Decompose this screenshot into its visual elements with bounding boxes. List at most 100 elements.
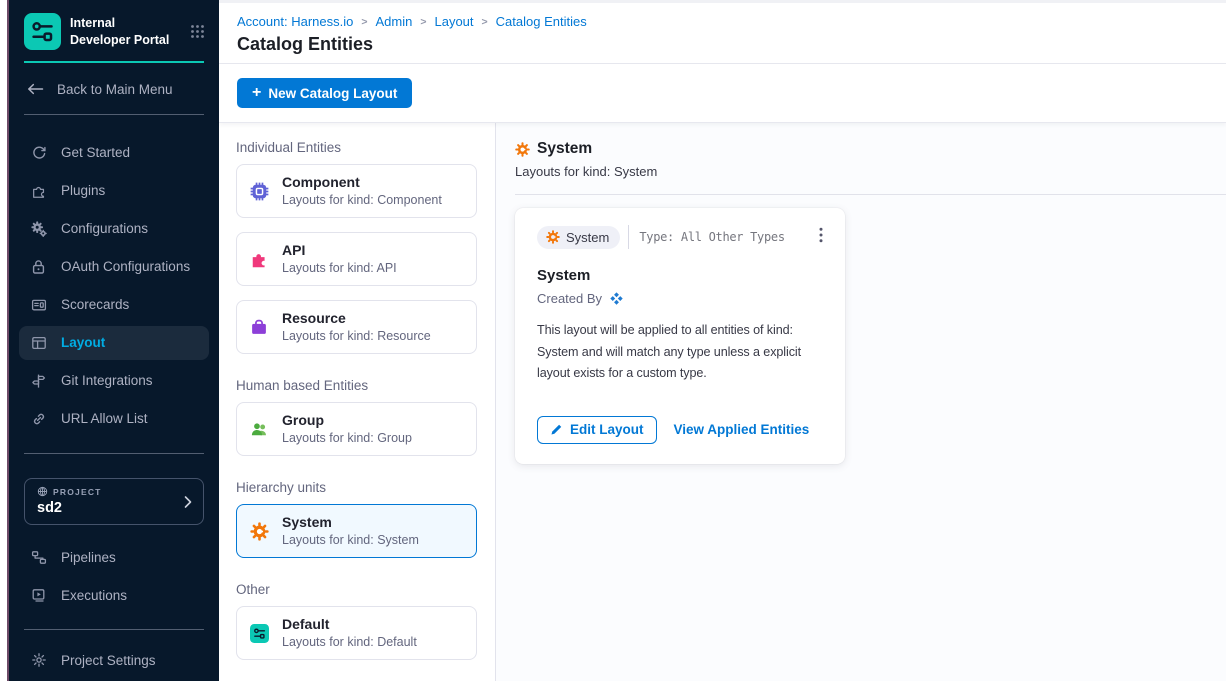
breadcrumb: Account: Harness.io > Admin > Layout > C…: [237, 14, 1226, 29]
action-bar: + New Catalog Layout: [219, 64, 1226, 123]
sidebar-item-pipelines[interactable]: Pipelines: [19, 540, 209, 574]
breadcrumb-layout[interactable]: Layout: [434, 14, 473, 29]
sidebar: Internal Developer Portal Back to Main M…: [9, 0, 219, 681]
layout-title: System: [537, 267, 823, 284]
sidebar-logo-row: Internal Developer Portal: [9, 0, 219, 58]
sidebar-item-url-allow-list[interactable]: URL Allow List: [19, 402, 209, 436]
sidebar-item-label: Executions: [61, 588, 127, 603]
entity-desc: Layouts for kind: API: [282, 260, 397, 277]
entity-name: Resource: [282, 309, 431, 328]
entity-name: Default: [282, 615, 417, 634]
type-text: Type: All Other Types: [639, 230, 784, 244]
link-icon: [30, 411, 47, 427]
chip-separator: [628, 225, 629, 249]
executions-icon: [30, 587, 47, 603]
sidebar-item-label: URL Allow List: [61, 411, 148, 426]
back-arrow-icon: [27, 82, 44, 96]
edit-layout-label: Edit Layout: [570, 422, 644, 437]
project-selector[interactable]: PROJECT sd2: [24, 478, 204, 525]
sidebar-item-label: OAuth Configurations: [61, 259, 190, 274]
app-grid-icon[interactable]: [188, 22, 207, 41]
breadcrumb-catalog-entities[interactable]: Catalog Entities: [496, 14, 587, 29]
entity-desc: Layouts for kind: Default: [282, 634, 417, 651]
pipelines-icon: [30, 550, 47, 565]
back-to-main-menu[interactable]: Back to Main Menu: [24, 63, 204, 115]
edit-layout-button[interactable]: Edit Layout: [537, 416, 657, 444]
entity-desc: Layouts for kind: Group: [282, 430, 412, 447]
app-title: Internal Developer Portal: [70, 15, 179, 48]
entity-card-resource[interactable]: Resource Layouts for kind: Resource: [236, 300, 477, 354]
layout-detail-panel: System Layouts for kind: System: [496, 123, 1226, 681]
sidebar-nav: Get Started Plugins: [9, 115, 219, 440]
plugins-icon: [30, 183, 47, 199]
entity-card-default[interactable]: Default Layouts for kind: Default: [236, 606, 477, 660]
group-icon: [249, 421, 269, 438]
sidebar-item-plugins[interactable]: Plugins: [19, 174, 209, 208]
kind-chip: System: [537, 226, 620, 249]
sidebar-nav-project: Pipelines Executions: [9, 525, 219, 616]
project-icon: [37, 486, 48, 497]
sidebar-item-label: Scorecards: [61, 297, 129, 312]
window-edge-gutter: [0, 0, 9, 681]
kind-heading: System: [537, 140, 592, 158]
entity-card-api[interactable]: API Layouts for kind: API: [236, 232, 477, 286]
sidebar-item-layout[interactable]: Layout: [19, 326, 209, 360]
sidebar-item-git-integrations[interactable]: Git Integrations: [19, 364, 209, 398]
section-label-other: Other: [236, 582, 477, 597]
configurations-icon: [30, 221, 47, 237]
entity-card-group[interactable]: Group Layouts for kind: Group: [236, 402, 477, 456]
sidebar-item-label: Git Integrations: [61, 373, 153, 388]
layout-icon: [30, 335, 47, 351]
git-signpost-icon: [30, 373, 47, 389]
entity-name: System: [282, 513, 419, 532]
sidebar-item-get-started[interactable]: Get Started: [19, 136, 209, 170]
system-gear-icon: [515, 142, 530, 157]
sidebar-item-label: Layout: [61, 335, 105, 350]
entity-card-component[interactable]: Component Layouts for kind: Component: [236, 164, 477, 218]
get-started-icon: [30, 145, 47, 161]
plus-icon: +: [252, 84, 261, 102]
layout-card: System Type: All Other Types System Crea…: [515, 208, 845, 464]
sidebar-item-scorecards[interactable]: Scorecards: [19, 288, 209, 322]
entity-list-panel: Individual Entities: [219, 123, 496, 681]
sidebar-item-configurations[interactable]: Configurations: [19, 212, 209, 246]
idp-logo-icon: [24, 13, 61, 50]
system-gear-icon: [249, 522, 269, 541]
breadcrumb-account[interactable]: Account: Harness.io: [237, 14, 353, 29]
back-label: Back to Main Menu: [57, 82, 173, 97]
gear-icon: [30, 652, 47, 668]
entity-name: API: [282, 241, 397, 260]
entity-name: Component: [282, 173, 442, 192]
created-by-label: Created By: [537, 291, 602, 306]
sidebar-item-label: Pipelines: [61, 550, 116, 565]
breadcrumb-separator: >: [361, 15, 367, 28]
sidebar-item-label: Project Settings: [61, 653, 156, 668]
project-label: PROJECT: [53, 487, 102, 497]
new-catalog-layout-button[interactable]: + New Catalog Layout: [237, 78, 412, 108]
sidebar-item-project-settings[interactable]: Project Settings: [19, 643, 209, 677]
sidebar-item-oauth-configurations[interactable]: OAuth Configurations: [19, 250, 209, 284]
pencil-icon: [550, 423, 563, 436]
resource-icon: [249, 318, 269, 336]
sidebar-item-executions[interactable]: Executions: [19, 578, 209, 612]
chip-label: System: [566, 230, 609, 245]
app-window: Internal Developer Portal Back to Main M…: [0, 0, 1226, 681]
breadcrumb-separator: >: [482, 15, 488, 28]
sidebar-divider: [24, 453, 204, 454]
new-catalog-layout-label: New Catalog Layout: [268, 86, 397, 101]
entity-name: Group: [282, 411, 412, 430]
view-applied-entities-link[interactable]: View Applied Entities: [674, 422, 810, 437]
system-gear-icon: [546, 230, 560, 244]
api-icon: [249, 250, 269, 269]
layout-description: This layout will be applied to all entit…: [537, 320, 833, 385]
entity-desc: Layouts for kind: System: [282, 532, 419, 549]
sidebar-nav-settings: Project Settings: [9, 630, 219, 681]
entity-desc: Layouts for kind: Resource: [282, 328, 431, 345]
panel-divider: [515, 194, 1226, 195]
entity-card-system[interactable]: System Layouts for kind: System: [236, 504, 477, 558]
content-area: Individual Entities: [219, 123, 1226, 681]
lock-icon: [30, 259, 47, 275]
kebab-menu-icon[interactable]: [813, 225, 829, 245]
breadcrumb-admin[interactable]: Admin: [375, 14, 412, 29]
sidebar-item-label: Configurations: [61, 221, 148, 236]
